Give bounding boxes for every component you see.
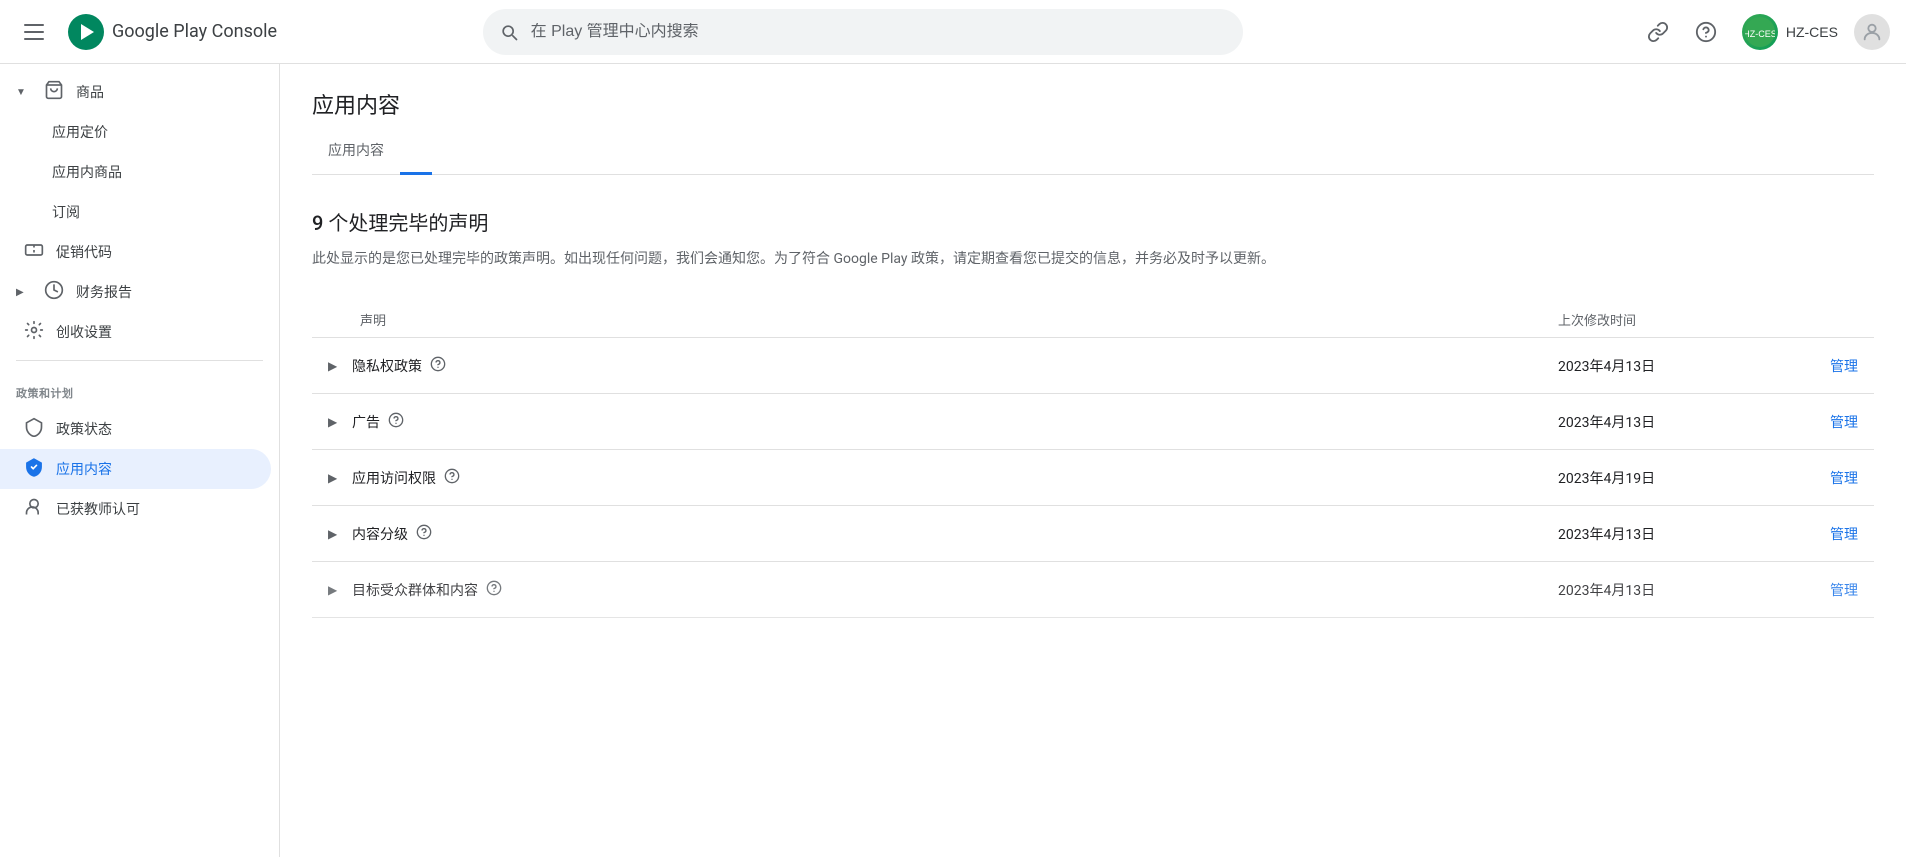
settings-icon [24,320,44,345]
row-audience-date: 2023年4月13日 [1558,580,1778,600]
sidebar-promo-label: 促销代码 [56,242,255,262]
sidebar-monetization-label: 创收设置 [56,322,255,342]
table-row: ▶ 隐私权政策 2023年4月13日 管理 [312,338,1874,394]
sidebar-teacher-label: 已获教师认可 [56,499,255,519]
row-expand-audience[interactable]: ▶ [328,583,352,597]
sidebar-app-products-label: 应用内商品 [52,162,255,182]
header-actions: HZ-CES HZ-CES [1638,10,1890,54]
sidebar-item-teacher-approved[interactable]: 已获教师认可 [0,489,271,529]
tab-1-label: 应用内容 [328,143,384,159]
row-expand-privacy[interactable]: ▶ [328,359,352,373]
sidebar-item-app-products[interactable]: 应用内商品 [0,152,271,192]
page-title: 应用内容 [312,88,1874,120]
row-audience-name: 目标受众群体和内容 [352,580,478,600]
search-bar[interactable] [483,9,1243,55]
manage-ads-link[interactable]: 管理 [1830,415,1858,431]
row-rating-date: 2023年4月13日 [1558,524,1778,544]
col-declaration-label: 声明 [360,314,386,329]
policy-section-label: 政策和计划 [0,369,279,409]
help-icon [1695,21,1717,43]
manage-access-link[interactable]: 管理 [1830,471,1858,487]
table-row: ▶ 目标受众群体和内容 2023年4月13日 管理 [312,562,1874,618]
account-name: HZ-CES [1786,24,1838,40]
app-title: Google Play Console [112,21,277,42]
table-row: ▶ 广告 2023年4月13日 管理 [312,394,1874,450]
sidebar-item-promo-codes[interactable]: 促销代码 [0,232,271,272]
cart-icon [44,80,64,105]
sidebar-financial-label: 财务报告 [76,282,255,302]
main-layout: ▼ 商品 应用定价 应用内商品 订阅 [0,64,1906,857]
help-button[interactable] [1686,12,1726,52]
row-expand-access[interactable]: ▶ [328,471,352,485]
section-title: 9 个处理完毕的声明 [312,207,1874,236]
help-rating-icon[interactable] [416,524,432,544]
logo-area[interactable]: Google Play Console [68,14,277,50]
row-access-name: 应用访问权限 [352,468,436,488]
sidebar-subscriptions-label: 订阅 [52,202,255,222]
col-modified-label: 上次修改时间 [1558,314,1636,329]
tab-1[interactable]: 应用内容 [312,128,400,175]
user-icon [1861,21,1883,43]
row-expand-ads[interactable]: ▶ [328,415,352,429]
hamburger-icon [24,24,44,40]
table-header: 声明 上次修改时间 [312,302,1874,338]
badge-icon [24,497,44,522]
search-input[interactable] [531,23,1227,41]
financial-expand-icon: ▶ [16,287,32,298]
content-area: 应用内容 应用内容 9 个处理完毕的声明 此处显示的是您已处理完毕的政策声明。如… [280,64,1906,857]
svg-text:HZ-CES: HZ-CES [1745,29,1775,39]
help-access-icon[interactable] [444,468,460,488]
sidebar-divider [16,360,263,361]
manage-privacy-link[interactable]: 管理 [1830,359,1858,375]
search-icon [499,22,519,42]
table-row: ▶ 应用访问权限 2023年4月19日 管理 [312,450,1874,506]
menu-button[interactable] [16,16,52,48]
sidebar-item-goods[interactable]: ▼ 商品 [0,72,271,112]
sidebar-app-pricing-label: 应用定价 [52,122,255,142]
row-ads-date: 2023年4月13日 [1558,412,1778,432]
row-access-date: 2023年4月19日 [1558,468,1778,488]
link-icon [1647,21,1669,43]
sidebar-goods-label: 商品 [76,82,255,102]
promo-icon [24,240,44,265]
user-avatar[interactable] [1854,14,1890,50]
account-avatar-img: HZ-CES [1745,17,1775,47]
sidebar-item-app-content[interactable]: 应用内容 [0,449,271,489]
declarations-table: 声明 上次修改时间 ▶ 隐私权政策 [312,302,1874,618]
sidebar-item-app-pricing[interactable]: 应用定价 [0,112,271,152]
expand-icon: ▼ [16,87,32,98]
table-row: ▶ 内容分级 2023年4月13日 管理 [312,506,1874,562]
sidebar-item-subscriptions[interactable]: 订阅 [0,192,271,232]
top-header: Google Play Console [0,0,1906,64]
tab-2[interactable] [400,128,432,175]
financial-icon [44,280,64,305]
tab-bar: 应用内容 [312,128,1874,175]
link-button[interactable] [1638,12,1678,52]
row-privacy-date: 2023年4月13日 [1558,356,1778,376]
row-ads-name: 广告 [352,412,380,432]
account-button[interactable]: HZ-CES HZ-CES [1734,10,1846,54]
sidebar-item-monetization[interactable]: 创收设置 [0,312,271,352]
section-desc: 此处显示的是您已处理完毕的政策声明。如出现任何问题，我们会通知您。为了符合 Go… [312,248,1874,270]
manage-audience-link[interactable]: 管理 [1830,583,1858,599]
account-avatar: HZ-CES [1742,14,1778,50]
sidebar: ▼ 商品 应用定价 应用内商品 订阅 [0,64,280,857]
sidebar-app-content-label: 应用内容 [56,459,255,479]
row-expand-rating[interactable]: ▶ [328,527,352,541]
sidebar-item-policy-status[interactable]: 政策状态 [0,409,271,449]
help-privacy-icon[interactable] [430,356,446,376]
shield-blue-icon [24,457,44,482]
help-ads-icon[interactable] [388,412,404,432]
help-audience-icon[interactable] [486,580,502,600]
row-rating-name: 内容分级 [352,524,408,544]
shield-outline-icon [24,417,44,442]
sidebar-item-financial[interactable]: ▶ 财务报告 [0,272,271,312]
sidebar-policy-status-label: 政策状态 [56,419,255,439]
manage-rating-link[interactable]: 管理 [1830,527,1858,543]
play-console-logo-icon [68,14,104,50]
row-privacy-name: 隐私权政策 [352,356,422,376]
